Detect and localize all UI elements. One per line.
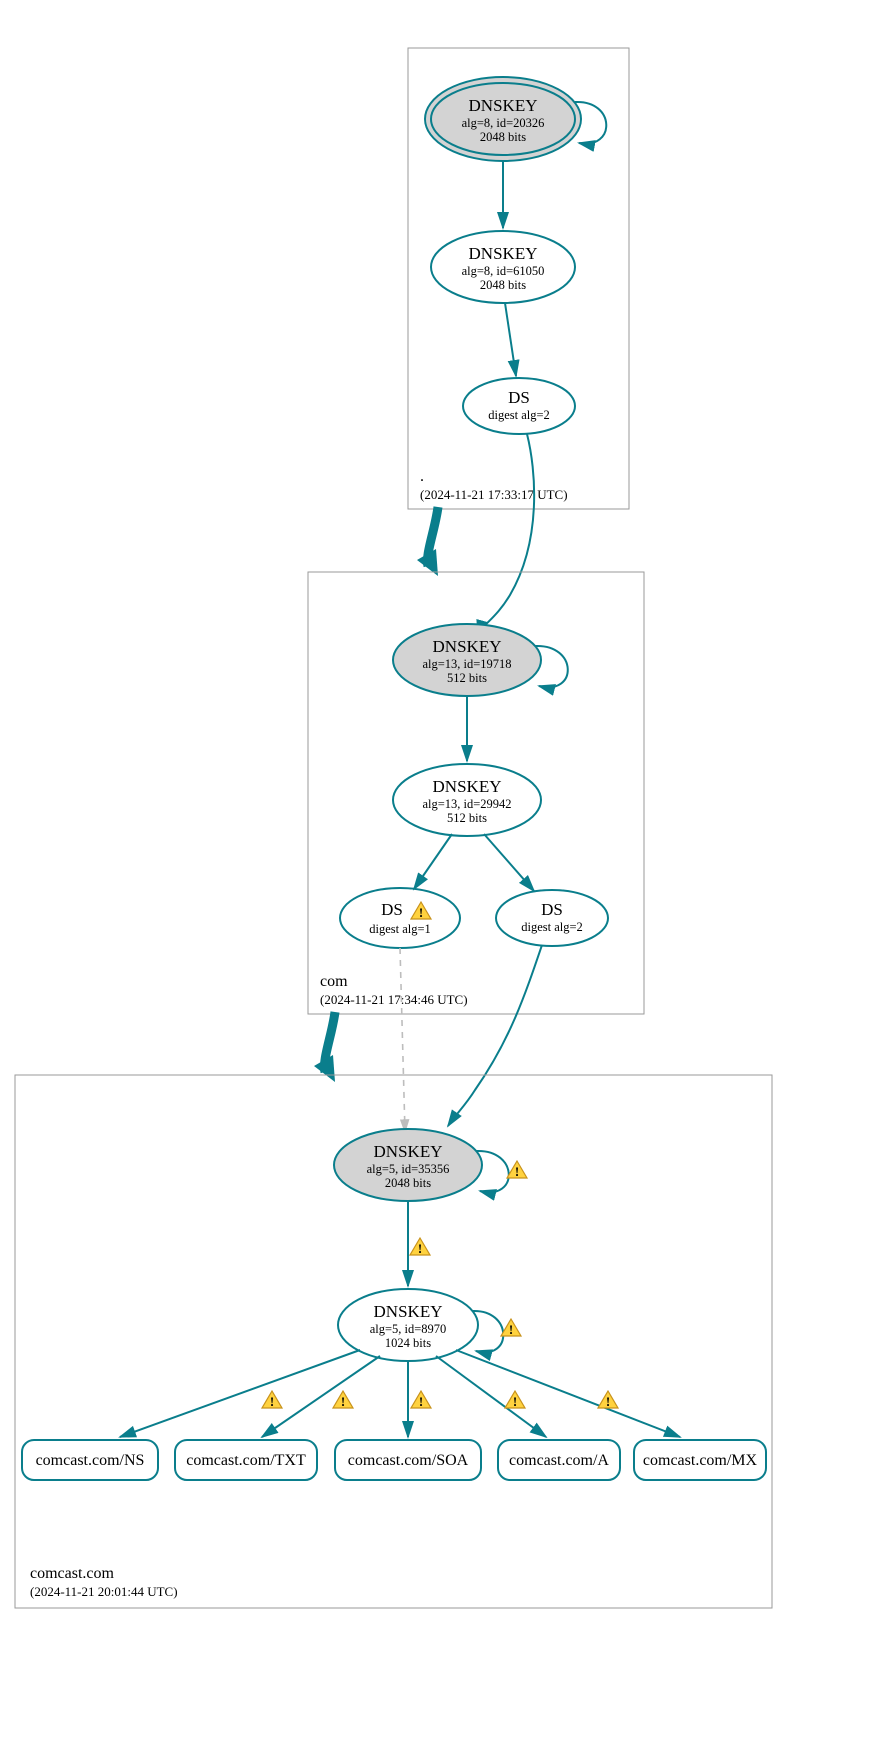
- edge-com-ds2-to-leaf-ksk: [448, 945, 542, 1126]
- svg-text:DNSKEY: DNSKEY: [469, 96, 538, 115]
- svg-text:DS: DS: [381, 900, 403, 919]
- node-com-zsk: DNSKEY alg=13, id=29942 512 bits: [393, 764, 541, 836]
- zone-com: com (2024-11-21 17:34:46 UTC) DNSKEY alg…: [308, 572, 644, 1014]
- warning-icon: [505, 1391, 525, 1409]
- edge-zsk-to-mx: [456, 1350, 680, 1437]
- edge-zsk-to-a: [436, 1356, 546, 1437]
- edge-com-zsk-to-ds1: [414, 834, 452, 889]
- edge-root-ds-to-com-ksk: [478, 434, 534, 636]
- node-root-ds: DS digest alg=2: [463, 378, 575, 434]
- zone-com-name: com: [320, 973, 348, 990]
- warning-icon: [410, 1238, 430, 1256]
- node-com-ds2: DS digest alg=2: [496, 890, 608, 946]
- warning-icon: [411, 1391, 431, 1409]
- svg-text:DNSKEY: DNSKEY: [374, 1142, 443, 1161]
- warning-icon: [507, 1161, 527, 1179]
- zone-leaf-name: comcast.com: [30, 1565, 115, 1582]
- warning-icon: [262, 1391, 282, 1409]
- node-com-ds1: DS digest alg=1: [340, 888, 460, 948]
- node-root-ksk: DNSKEY alg=8, id=20326 2048 bits: [425, 77, 581, 161]
- svg-text:comcast.com/NS: comcast.com/NS: [36, 1452, 145, 1469]
- svg-text:2048 bits: 2048 bits: [480, 130, 526, 144]
- svg-text:DNSKEY: DNSKEY: [433, 637, 502, 656]
- zone-root-ts: (2024-11-21 17:33:17 UTC): [420, 487, 568, 502]
- svg-text:alg=5, id=35356: alg=5, id=35356: [367, 1162, 450, 1176]
- zone-com-ts: (2024-11-21 17:34:46 UTC): [320, 992, 468, 1007]
- svg-text:digest alg=1: digest alg=1: [369, 922, 431, 936]
- svg-text:alg=8, id=61050: alg=8, id=61050: [462, 264, 545, 278]
- svg-text:2048 bits: 2048 bits: [385, 1176, 431, 1190]
- svg-text:comcast.com/SOA: comcast.com/SOA: [348, 1452, 469, 1469]
- svg-text:comcast.com/TXT: comcast.com/TXT: [186, 1452, 306, 1469]
- zone-root-name: .: [420, 468, 424, 485]
- svg-text:DS: DS: [541, 900, 563, 919]
- node-com-ksk: DNSKEY alg=13, id=19718 512 bits: [393, 624, 541, 696]
- svg-text:512 bits: 512 bits: [447, 811, 487, 825]
- zone-leaf: comcast.com (2024-11-21 20:01:44 UTC) DN…: [15, 1075, 772, 1608]
- rr-txt: comcast.com/TXT: [175, 1440, 317, 1480]
- rr-a: comcast.com/A: [498, 1440, 620, 1480]
- edge-com-zsk-to-ds2: [484, 834, 534, 891]
- svg-text:alg=8, id=20326: alg=8, id=20326: [462, 116, 545, 130]
- svg-text:DNSKEY: DNSKEY: [469, 244, 538, 263]
- edge-com-ds1-to-leaf-ksk: [400, 948, 405, 1132]
- warning-icon: [333, 1391, 353, 1409]
- zone-leaf-ts: (2024-11-21 20:01:44 UTC): [30, 1584, 178, 1599]
- rr-ns: comcast.com/NS: [22, 1440, 158, 1480]
- rr-soa: comcast.com/SOA: [335, 1440, 481, 1480]
- svg-text:1024 bits: 1024 bits: [385, 1336, 431, 1350]
- svg-text:512 bits: 512 bits: [447, 671, 487, 685]
- svg-text:alg=13, id=19718: alg=13, id=19718: [422, 657, 511, 671]
- node-root-zsk: DNSKEY alg=8, id=61050 2048 bits: [431, 231, 575, 303]
- edge-root-zsk-to-ds: [505, 303, 516, 376]
- svg-text:2048 bits: 2048 bits: [480, 278, 526, 292]
- node-leaf-ksk: DNSKEY alg=5, id=35356 2048 bits: [334, 1129, 482, 1201]
- edge-zsk-to-txt: [262, 1356, 380, 1437]
- svg-text:digest alg=2: digest alg=2: [521, 920, 583, 934]
- svg-text:DNSKEY: DNSKEY: [374, 1302, 443, 1321]
- svg-text:comcast.com/MX: comcast.com/MX: [643, 1452, 758, 1469]
- svg-text:digest alg=2: digest alg=2: [488, 408, 550, 422]
- zone-root: . (2024-11-21 17:33:17 UTC) DNSKEY alg=8…: [408, 48, 629, 509]
- warning-icon: [598, 1391, 618, 1409]
- dnssec-graph: ! . (2024-11-21 17:33:17 UTC) DNSKEY alg…: [0, 0, 869, 1742]
- rr-mx: comcast.com/MX: [634, 1440, 766, 1480]
- svg-text:alg=13, id=29942: alg=13, id=29942: [422, 797, 511, 811]
- svg-text:DNSKEY: DNSKEY: [433, 777, 502, 796]
- svg-text:alg=5, id=8970: alg=5, id=8970: [370, 1322, 447, 1336]
- warning-icon: [501, 1319, 521, 1337]
- svg-text:DS: DS: [508, 388, 530, 407]
- svg-text:comcast.com/A: comcast.com/A: [509, 1452, 609, 1469]
